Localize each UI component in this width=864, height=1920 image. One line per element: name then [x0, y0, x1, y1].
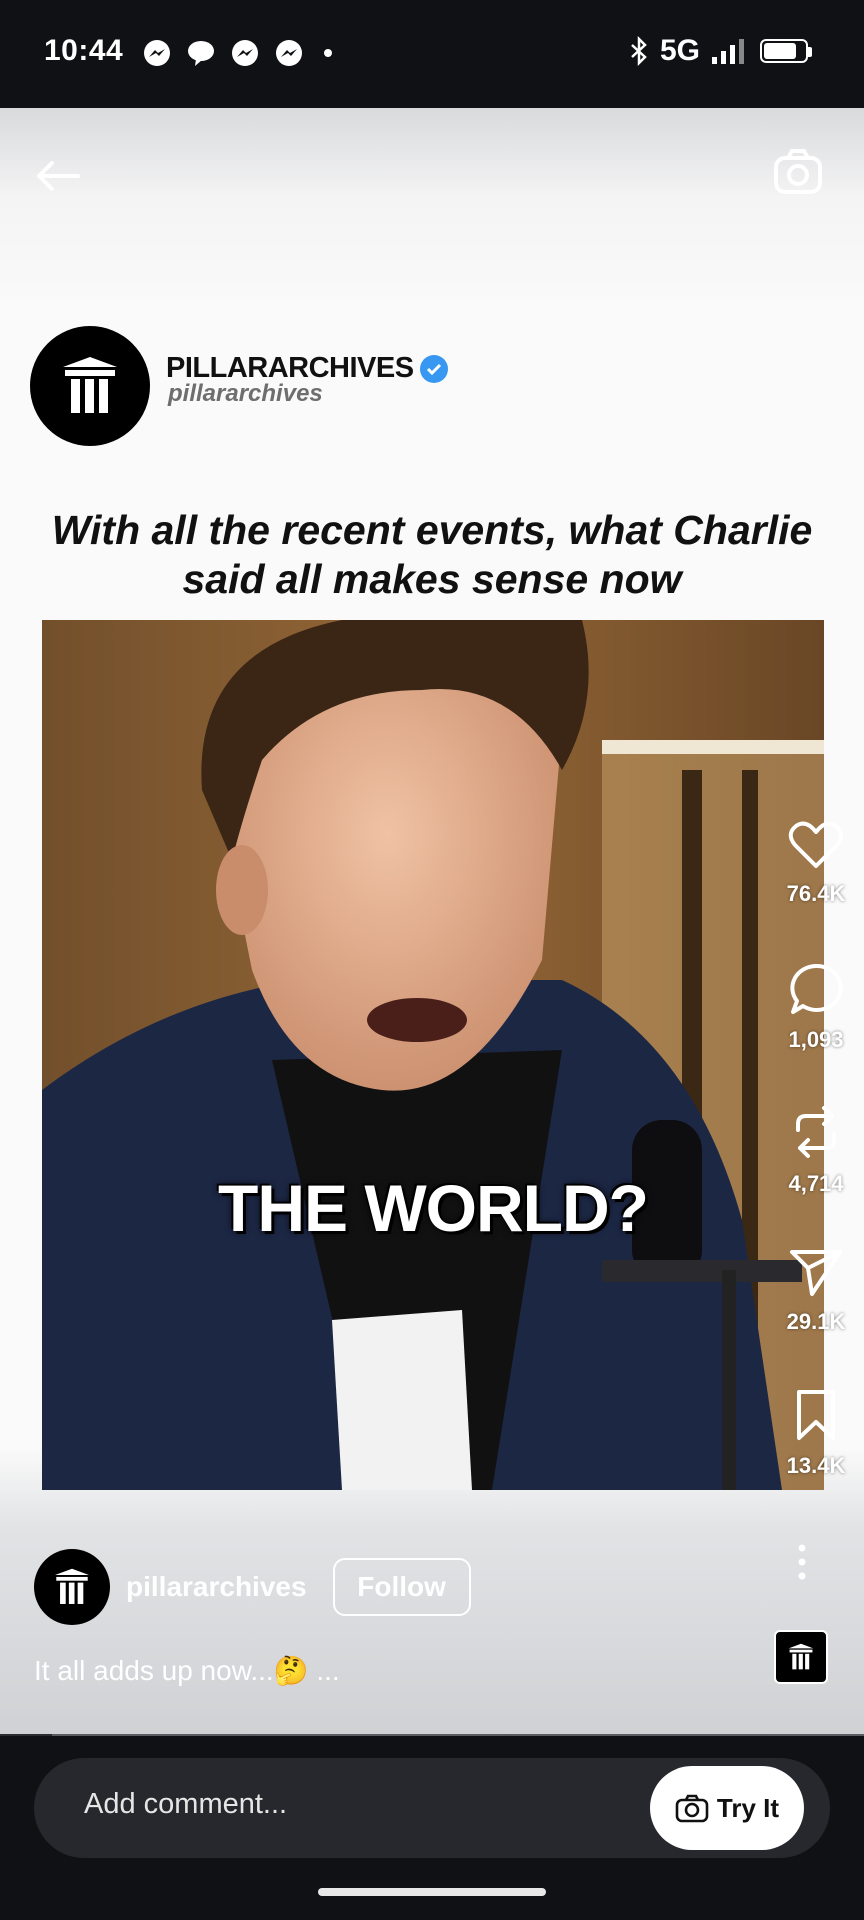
more-options-icon[interactable]	[794, 1542, 810, 1582]
back-arrow-icon[interactable]	[30, 148, 86, 204]
follow-button[interactable]: Follow	[332, 1558, 471, 1616]
comment-bubble-icon	[790, 963, 843, 1014]
comment-action[interactable]: 1,093	[768, 962, 864, 1053]
heart-icon	[788, 821, 844, 868]
network-label: 5G	[659, 34, 700, 67]
messenger-icon	[232, 40, 258, 66]
post-headline: With all the recent events, what Charlie…	[51, 507, 813, 602]
pillar-logo-icon	[55, 1568, 89, 1604]
try-it-label: Try It	[716, 1792, 780, 1823]
messenger-icon	[276, 40, 302, 66]
status-right: 5G	[628, 34, 812, 68]
bottom-bar: Add comment... Try It	[0, 1736, 864, 1920]
profile-handle: pillararchives	[168, 380, 323, 407]
post-caption[interactable]: It all adds up now...🤔 ...	[34, 1654, 340, 1687]
notification-icons	[142, 38, 338, 68]
bookmark-icon	[797, 1390, 835, 1440]
pillar-logo-icon	[63, 357, 117, 413]
author-username[interactable]: pillararchives	[126, 1571, 307, 1603]
author-avatar[interactable]	[34, 1549, 110, 1625]
profile-avatar[interactable]	[30, 326, 150, 446]
comment-box[interactable]: Add comment... Try It	[34, 1758, 830, 1858]
repost-count: 4,714	[788, 1171, 844, 1196]
status-bar: 10:44 5G	[0, 0, 864, 108]
send-icon	[790, 1250, 842, 1296]
save-count: 13.4K	[786, 1453, 846, 1478]
signal-icon	[712, 39, 744, 64]
battery-fill	[764, 43, 796, 59]
save-action[interactable]: 13.4K	[768, 1388, 864, 1479]
dot-icon	[324, 49, 332, 57]
battery-tip	[808, 47, 812, 57]
repost-action[interactable]: 4,714	[768, 1104, 864, 1197]
share-action[interactable]: 29.1K	[768, 1246, 864, 1335]
verified-badge-icon	[419, 354, 448, 383]
chat-bubble-icon	[188, 41, 214, 66]
bluetooth-icon	[631, 36, 647, 66]
like-action[interactable]: 76.4K	[768, 820, 864, 907]
author-row: pillararchives Follow	[34, 1549, 471, 1625]
camera-icon[interactable]	[772, 146, 824, 198]
share-count: 29.1K	[786, 1309, 846, 1334]
like-count: 76.4K	[786, 881, 846, 906]
battery-icon	[760, 39, 812, 63]
messenger-icon	[144, 40, 170, 66]
status-time: 10:44	[44, 34, 124, 67]
camera-icon	[675, 1794, 709, 1823]
post-container[interactable]: PILLARARCHIVES pillararchives With all t…	[0, 108, 864, 1736]
pillar-logo-icon	[788, 1643, 814, 1670]
home-indicator[interactable]	[318, 1888, 546, 1896]
video-caption: THE WORLD?	[218, 1171, 649, 1245]
repost-icon	[796, 1106, 836, 1158]
video-frame[interactable]: THE WORLD?	[42, 620, 824, 1490]
audio-thumbnail[interactable]	[774, 1630, 828, 1684]
try-it-button[interactable]: Try It	[650, 1766, 804, 1850]
comment-count: 1,093	[788, 1027, 844, 1052]
comment-input[interactable]: Add comment...	[84, 1788, 287, 1821]
video-scene	[42, 620, 824, 1490]
